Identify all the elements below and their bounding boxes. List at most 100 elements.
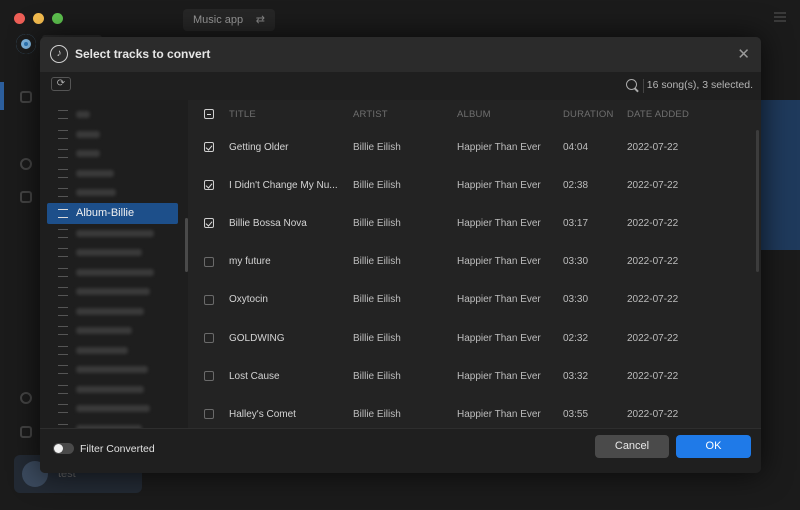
table-row[interactable]: Lost Cause Billie Eilish Happier Than Ever… [188,357,761,395]
column-album[interactable]: ALBUM [457,109,563,120]
playlist-item[interactable] [40,144,188,164]
playlist-label-blurred [76,130,100,138]
playlist-icon [58,129,68,139]
column-artist[interactable]: ARTIST [353,109,457,120]
search-icon[interactable] [626,79,637,90]
table-row[interactable]: GOLDWING Billie Eilish Happier Than Ever 02… [188,319,761,357]
track-checkbox[interactable] [203,142,214,153]
table-row[interactable]: Billie Bossa Nova Billie Eilish Happier Th… [188,204,761,242]
playlist-label-blurred [76,288,150,296]
playlist-label-blurred [76,366,148,374]
dialog-body: Album-Billie TITLE ARTIST ALBUM DURATION… [40,100,761,429]
swap-icon: ⇄ [255,14,265,26]
menu-icon[interactable] [774,12,786,22]
playlist-item[interactable] [40,183,188,203]
playlist-icon [58,384,68,394]
track-date-added: 2022-07-22 [627,294,679,306]
track-artist: Billie Eilish [353,217,401,229]
playlist-label: Album-Billie [76,207,135,219]
track-date-added: 2022-07-22 [627,332,679,344]
track-album: Happier Than Ever [457,141,541,153]
close-icon[interactable]: ✕ [737,45,750,63]
track-checkbox[interactable] [203,180,214,191]
playlist-icon [58,188,68,198]
toolbar-divider [643,79,644,93]
playlist-item[interactable] [40,302,188,322]
refresh-button[interactable]: ⟳ [51,77,71,91]
playlist-item[interactable] [40,263,188,283]
playlist-icon [58,149,68,159]
playlist-list: Album-Billie [40,100,188,429]
table-row[interactable]: I Didn't Change My Nu... Billie Eilish Hap… [188,166,761,204]
playlist-item[interactable] [40,341,188,361]
track-title: Getting Older [229,141,289,153]
minimize-window-button[interactable] [33,13,44,24]
app-logo-icon [16,34,36,54]
mail-icon[interactable] [20,426,32,438]
table-scrollbar[interactable] [756,130,759,272]
playlist-item[interactable] [40,360,188,380]
zoom-window-button[interactable] [52,13,63,24]
playlist-item[interactable] [40,224,188,244]
playlist-label-blurred [76,169,114,177]
track-album: Happier Than Ever [457,294,541,306]
track-duration: 04:04 [563,141,589,153]
track-checkbox[interactable] [203,371,214,382]
playlist-item-album-billie[interactable]: Album-Billie [47,202,178,224]
select-tracks-dialog: ♪ Select tracks to convert ✕ ⟳ 16 song(s… [40,37,761,473]
ok-button[interactable]: OK [676,435,751,458]
column-date-added[interactable]: DATE ADDED [627,109,727,120]
close-window-button[interactable] [14,13,25,24]
table-row[interactable]: Oxytocin Billie Eilish Happier Than Ever 03… [188,281,761,319]
playlist-item[interactable] [40,380,188,400]
history-icon[interactable] [20,158,32,170]
track-checkbox[interactable] [203,333,214,344]
playlist-label-blurred [76,346,128,354]
track-album: Happier Than Ever [457,408,541,420]
playlist-label-blurred [76,405,150,413]
playlist-icon [58,404,68,414]
track-checkbox[interactable] [203,256,214,267]
track-album: Happier Than Ever [457,179,541,191]
playlist-item[interactable] [40,321,188,341]
track-title: Oxytocin [229,294,268,306]
table-row[interactable]: Getting Older Billie Eilish Happier Than E… [188,128,761,166]
track-duration: 03:17 [563,217,589,229]
cancel-button[interactable]: Cancel [595,435,669,458]
playlist-item[interactable] [40,243,188,263]
playlist-icon [58,168,68,178]
settings-icon[interactable] [20,392,32,404]
track-album: Happier Than Ever [457,217,541,229]
track-checkbox[interactable] [203,294,214,305]
toolbox-icon[interactable] [20,191,32,203]
select-all-checkbox[interactable] [203,109,214,119]
column-duration[interactable]: DURATION [563,109,627,120]
home-icon[interactable] [20,91,32,103]
playlist-icon [58,228,68,238]
playlist-icon [58,345,68,355]
background-panel [760,100,800,250]
track-artist: Billie Eilish [353,141,401,153]
track-duration: 03:32 [563,370,589,382]
playlist-label-blurred [76,229,154,237]
playlist-item[interactable] [40,105,188,125]
column-title[interactable]: TITLE [229,109,353,120]
playlist-item[interactable] [40,282,188,302]
table-row[interactable]: my future Billie Eilish Happier Than Ever 0… [188,243,761,281]
playlist-item[interactable] [40,125,188,145]
playlist-item[interactable] [40,164,188,184]
playlist-icon [58,306,68,316]
dialog-title: Select tracks to convert [75,47,211,61]
playlist-item[interactable] [40,399,188,419]
track-checkbox[interactable] [203,218,214,229]
track-artist: Billie Eilish [353,179,401,191]
playlist-icon [58,208,68,218]
track-checkbox[interactable] [203,409,214,420]
track-artist: Billie Eilish [353,370,401,382]
track-title: Lost Cause [229,370,280,382]
source-selector[interactable]: Music app ⇄ [183,9,275,31]
playlist-label-blurred [76,111,90,119]
filter-converted-toggle[interactable] [53,443,74,454]
dialog-header: ♪ Select tracks to convert ✕ [40,37,761,72]
track-duration: 03:30 [563,294,589,306]
